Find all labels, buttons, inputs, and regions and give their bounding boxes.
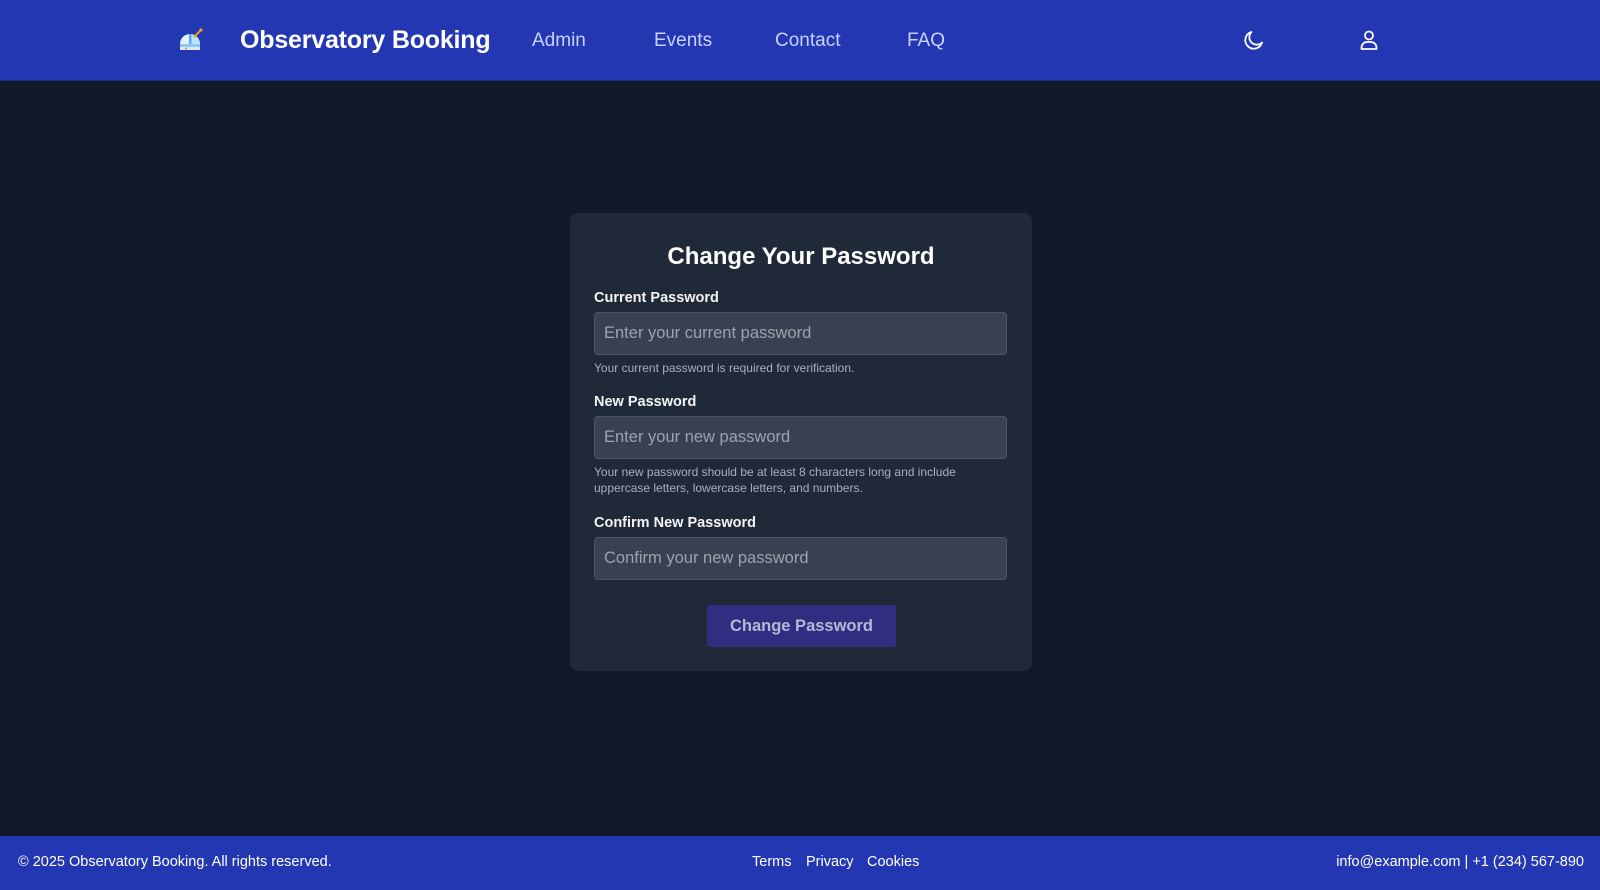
footer-link-terms[interactable]: Terms [752, 854, 791, 870]
change-password-button[interactable]: Change Password [707, 605, 896, 647]
top-navbar: Observatory Booking Admin Events Contact… [0, 0, 1600, 81]
theme-toggle-button[interactable] [1240, 26, 1268, 54]
user-icon [1360, 30, 1378, 50]
page-title: Change Your Password [667, 243, 935, 270]
moon-icon [1244, 31, 1263, 50]
contact-info: info@example.com | +1 (234) 567-890 [1336, 854, 1584, 870]
current-password-label: Current Password [594, 290, 719, 306]
change-password-card: Change Your Password Current Password Yo… [570, 213, 1032, 671]
footer-link-privacy[interactable]: Privacy [806, 854, 854, 870]
footer-link-cookies[interactable]: Cookies [867, 854, 919, 870]
account-button[interactable] [1355, 26, 1383, 54]
nav-link-admin[interactable]: Admin [532, 30, 586, 52]
current-password-help: Your current password is required for ve… [594, 361, 855, 375]
observatory-icon[interactable] [176, 26, 204, 54]
nav-link-events[interactable]: Events [654, 30, 712, 52]
new-password-label: New Password [594, 394, 697, 410]
nav-link-faq[interactable]: FAQ [907, 30, 945, 52]
brand-title[interactable]: Observatory Booking [240, 26, 491, 55]
new-password-input[interactable] [594, 416, 1007, 459]
confirm-password-input[interactable] [594, 537, 1007, 580]
copyright-text: © 2025 Observatory Booking. All rights r… [18, 854, 332, 870]
confirm-password-label: Confirm New Password [594, 515, 756, 531]
footer: © 2025 Observatory Booking. All rights r… [0, 836, 1600, 890]
current-password-input[interactable] [594, 312, 1007, 355]
new-password-help: Your new password should be at least 8 c… [594, 465, 956, 495]
nav-link-contact[interactable]: Contact [775, 30, 840, 52]
